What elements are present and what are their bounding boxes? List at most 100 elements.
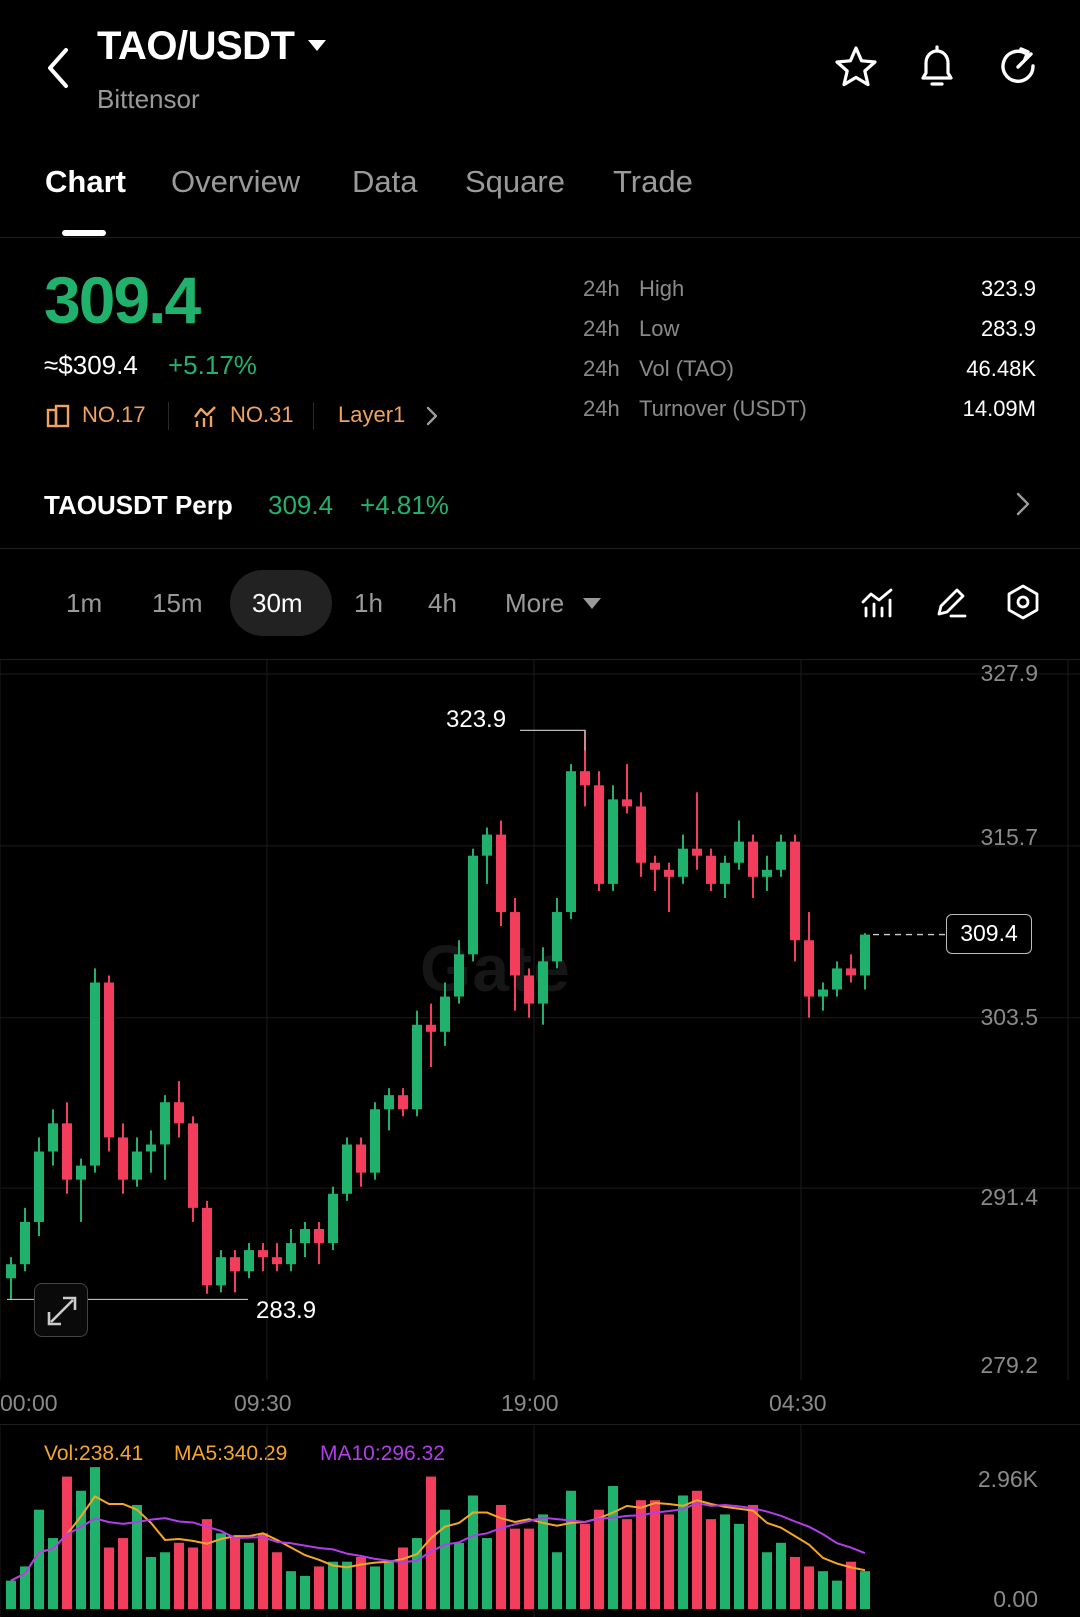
volume-bar [104, 1547, 114, 1609]
pair-title[interactable]: TAO/USDT [97, 24, 295, 69]
candle-body [356, 1144, 366, 1173]
volume-chart [0, 1425, 870, 1617]
stat-name: High [639, 276, 685, 301]
high-price-marker: 323.9 [446, 706, 507, 733]
volume-bar [314, 1566, 324, 1609]
candle-body [202, 1207, 212, 1286]
volume-bar [258, 1533, 268, 1609]
price-alert-bell-icon[interactable] [914, 44, 960, 90]
candle-body [636, 806, 646, 863]
candle-body [566, 771, 576, 913]
chevron-right-icon[interactable] [1014, 491, 1032, 517]
coin-name: Bittensor [97, 84, 200, 114]
fullscreen-button[interactable] [34, 1283, 88, 1337]
trend-rank[interactable]: NO.31 [230, 402, 294, 428]
market-cap-rank-icon [46, 404, 70, 428]
tab-square[interactable]: Square [465, 164, 565, 200]
low-price-marker: 283.9 [256, 1297, 317, 1324]
candle-body [804, 940, 814, 997]
candle-body [230, 1257, 240, 1272]
volume-bar [706, 1519, 716, 1609]
divider [168, 402, 169, 430]
current-price-label: 309.4 [946, 914, 1032, 954]
draw-pencil-icon[interactable] [931, 582, 971, 622]
favorite-star-icon[interactable] [833, 44, 879, 90]
volume-bar [6, 1580, 16, 1609]
interval-more[interactable]: More [505, 588, 564, 619]
candlestick-chart[interactable] [0, 660, 1080, 1380]
tab-trade[interactable]: Trade [613, 164, 693, 200]
candle-body [608, 799, 618, 884]
candle-body [440, 996, 450, 1032]
back-arrow-icon[interactable] [40, 44, 76, 92]
chevron-right-icon[interactable] [424, 405, 440, 427]
candle-body [426, 1024, 436, 1032]
stat-period: 24h [583, 276, 620, 301]
candle-body [398, 1095, 408, 1110]
pair-dropdown-caret-icon[interactable] [308, 40, 326, 51]
volume-bar [482, 1538, 492, 1609]
category-tag[interactable]: Layer1 [338, 402, 405, 428]
candle-body [286, 1243, 296, 1265]
volume-bar [566, 1490, 576, 1609]
candle-body [496, 834, 506, 913]
volume-bar [188, 1547, 198, 1609]
expand-icon [47, 1296, 77, 1326]
volume-bar [538, 1514, 548, 1609]
volume-bar [622, 1519, 632, 1609]
candle-body [216, 1257, 226, 1286]
candle-body [720, 862, 730, 884]
candle-body [76, 1165, 86, 1180]
indicators-icon[interactable] [858, 582, 898, 622]
active-tab-indicator [62, 230, 106, 236]
volume-bar [216, 1533, 226, 1609]
candle-body [622, 799, 632, 807]
candle-body [706, 855, 716, 884]
candle-body [818, 989, 828, 997]
candle-body [342, 1144, 352, 1194]
interval-30m[interactable]: 30m [252, 588, 303, 619]
time-axis-label: 19:00 [501, 1390, 559, 1416]
volume-bar [762, 1552, 772, 1609]
volume-bar [146, 1556, 156, 1609]
interval-15m[interactable]: 15m [152, 588, 203, 619]
stat-period: 24h [583, 396, 620, 421]
candle-body [594, 785, 604, 884]
candle-body [244, 1250, 254, 1272]
high-marker-line [520, 729, 586, 751]
share-refresh-icon[interactable] [995, 44, 1041, 90]
perp-price: 309.4 [268, 490, 334, 520]
volume-bar [594, 1509, 604, 1609]
volume-bar [202, 1519, 212, 1609]
time-axis-label: 04:30 [769, 1390, 827, 1416]
candle-body [776, 841, 786, 870]
time-axis-label: 00:00 [0, 1390, 58, 1416]
time-axis-label: 09:30 [234, 1390, 292, 1416]
chart-settings-icon[interactable] [1003, 582, 1043, 622]
tab-overview[interactable]: Overview [171, 164, 300, 200]
price-change-percent: +5.17% [168, 350, 257, 380]
interval-1m[interactable]: 1m [66, 588, 102, 619]
more-caret-icon[interactable] [583, 598, 601, 609]
candle-body [762, 869, 772, 877]
candle-body [6, 1264, 16, 1279]
candle-body [62, 1123, 72, 1180]
market-cap-rank[interactable]: NO.17 [82, 402, 146, 428]
price-axis-label: 327.9 [980, 660, 1038, 686]
volume-bar [832, 1580, 842, 1609]
perp-name: TAOUSDT Perp [44, 490, 233, 520]
volume-bar [818, 1571, 828, 1609]
candle-body [328, 1193, 338, 1244]
interval-4h[interactable]: 4h [428, 588, 457, 619]
divider [0, 548, 1080, 549]
volume-bar [118, 1538, 128, 1609]
price-axis-label: 291.4 [980, 1184, 1038, 1210]
stat-name: Low [639, 316, 680, 341]
volume-bar [244, 1542, 254, 1609]
interval-1h[interactable]: 1h [354, 588, 383, 619]
tab-data[interactable]: Data [352, 164, 417, 200]
candle-body [860, 934, 870, 976]
candle-body [104, 982, 114, 1138]
trend-rank-icon [194, 406, 216, 427]
tab-chart[interactable]: Chart [45, 164, 126, 200]
